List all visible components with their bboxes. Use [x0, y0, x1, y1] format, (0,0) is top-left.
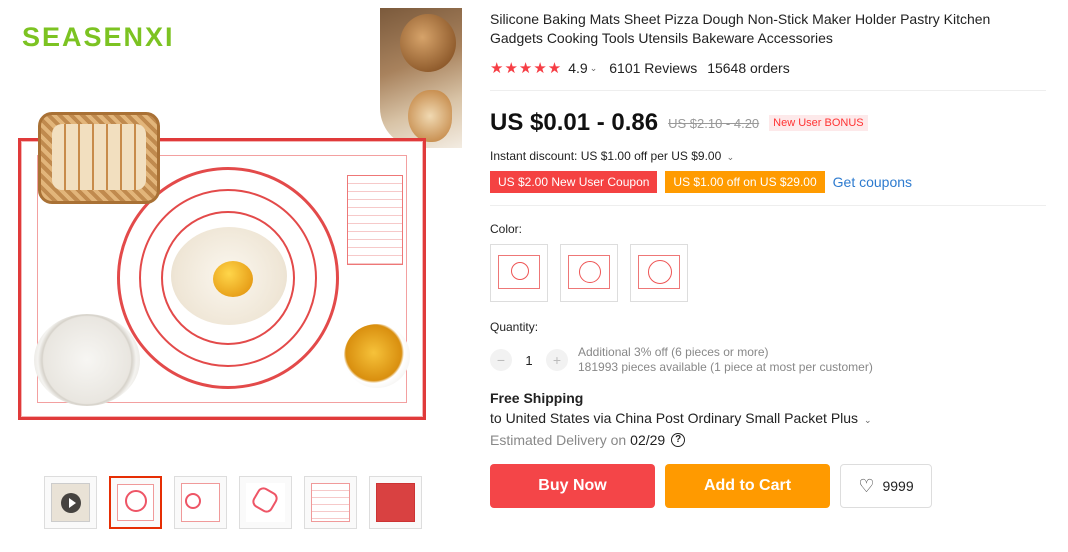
delivery-date: 02/29: [630, 432, 666, 448]
quantity-info: Additional 3% off (6 pieces or more) 181…: [578, 345, 873, 375]
buy-now-button[interactable]: Buy Now: [490, 464, 655, 508]
product-title: Silicone Baking Mats Sheet Pizza Dough N…: [490, 11, 991, 46]
chevron-down-icon: ⌄: [863, 415, 872, 425]
brand-logo: SEASENXI: [22, 22, 175, 52]
orders-count: 15648 orders: [707, 60, 790, 76]
thumbnail-image[interactable]: [304, 476, 357, 529]
chevron-down-icon[interactable]: ⌄: [590, 63, 598, 74]
instant-discount[interactable]: Instant discount: US $1.00 off per US $9…: [490, 149, 1046, 163]
shipping-method[interactable]: to United States via China Post Ordinary…: [490, 410, 1046, 426]
bread-board-photo: [380, 8, 462, 148]
wishlist-button[interactable]: ♡ 9999: [840, 464, 932, 508]
delivery-label: Estimated Delivery on: [490, 432, 627, 448]
store-coupon[interactable]: US $1.00 off on US $29.00: [665, 171, 825, 193]
bread-loaf: [400, 14, 456, 72]
conversion-table: [347, 175, 403, 265]
main-product-image[interactable]: SEASENXI: [14, 8, 462, 460]
divider: [490, 90, 1046, 91]
new-user-bonus-badge: New User BONUS: [769, 115, 868, 131]
thumbnail-image[interactable]: [174, 476, 227, 529]
thumbnail-image[interactable]: [109, 476, 162, 529]
quantity-label: Quantity:: [490, 320, 539, 334]
chevron-down-icon: ⌄: [726, 152, 735, 162]
star-rating-icon: ★★★★★: [490, 60, 563, 77]
play-icon: [61, 493, 81, 513]
color-option[interactable]: [490, 244, 548, 302]
rating-row: ★★★★★ 4.9 ⌄ 6101 Reviews 15648 orders: [490, 58, 1046, 78]
oil-bowl: [344, 324, 410, 388]
color-options: [490, 244, 1046, 302]
reviews-link[interactable]: 6101 Reviews: [609, 60, 697, 76]
flour-bowl: [34, 314, 140, 406]
thumbnail-video[interactable]: [44, 476, 97, 529]
add-to-cart-button[interactable]: Add to Cart: [665, 464, 830, 508]
bread-slice: [408, 90, 452, 142]
color-option[interactable]: [630, 244, 688, 302]
rating-value[interactable]: 4.9: [568, 60, 587, 76]
get-coupons-link[interactable]: Get coupons: [833, 174, 912, 190]
new-user-coupon[interactable]: US $2.00 New User Coupon: [490, 171, 658, 193]
stock-text: 181993 pieces available (1 piece at most…: [578, 360, 873, 374]
bulk-discount-text: Additional 3% off (6 pieces or more): [578, 345, 769, 359]
help-icon[interactable]: ?: [671, 433, 686, 447]
current-price: US $0.01 - 0.86: [490, 109, 659, 136]
heart-icon: ♡: [858, 475, 875, 496]
purchase-actions: Buy Now Add to Cart ♡ 9999: [490, 464, 1046, 508]
quantity-input[interactable]: 1: [512, 353, 546, 368]
product-info: Silicone Baking Mats Sheet Pizza Dough N…: [490, 10, 1046, 508]
thumbnail-image[interactable]: [369, 476, 422, 529]
thumbnail-image[interactable]: [239, 476, 292, 529]
quantity-stepper: − 1 + Additional 3% off (6 pieces or mor…: [490, 344, 1046, 376]
estimated-delivery: Estimated Delivery on 02/29 ?: [490, 432, 1046, 448]
egg-yolk: [213, 261, 253, 297]
color-option[interactable]: [560, 244, 618, 302]
original-price: US $2.10 - 4.20: [668, 115, 760, 131]
quantity-increase-button[interactable]: +: [546, 349, 568, 371]
wishlist-count: 9999: [882, 478, 914, 494]
shipping-title: Free Shipping: [490, 390, 584, 406]
divider: [490, 205, 1046, 206]
color-label: Color:: [490, 222, 523, 236]
product-gallery: SEASENXI: [0, 0, 465, 552]
price-row: US $0.01 - 0.86 US $2.10 - 4.20 New User…: [490, 109, 1046, 137]
quantity-decrease-button[interactable]: −: [490, 349, 512, 371]
thumbnail-strip: [44, 476, 422, 530]
sliced-bread: [52, 124, 146, 190]
coupon-row: US $2.00 New User Coupon US $1.00 off on…: [490, 171, 1046, 193]
